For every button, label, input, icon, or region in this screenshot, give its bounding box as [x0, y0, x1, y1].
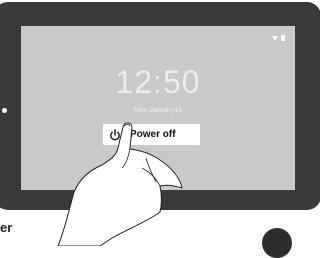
caption-fragment: er [0, 220, 13, 235]
step-badge [262, 228, 292, 258]
pointing-hand-illustration [57, 122, 183, 246]
